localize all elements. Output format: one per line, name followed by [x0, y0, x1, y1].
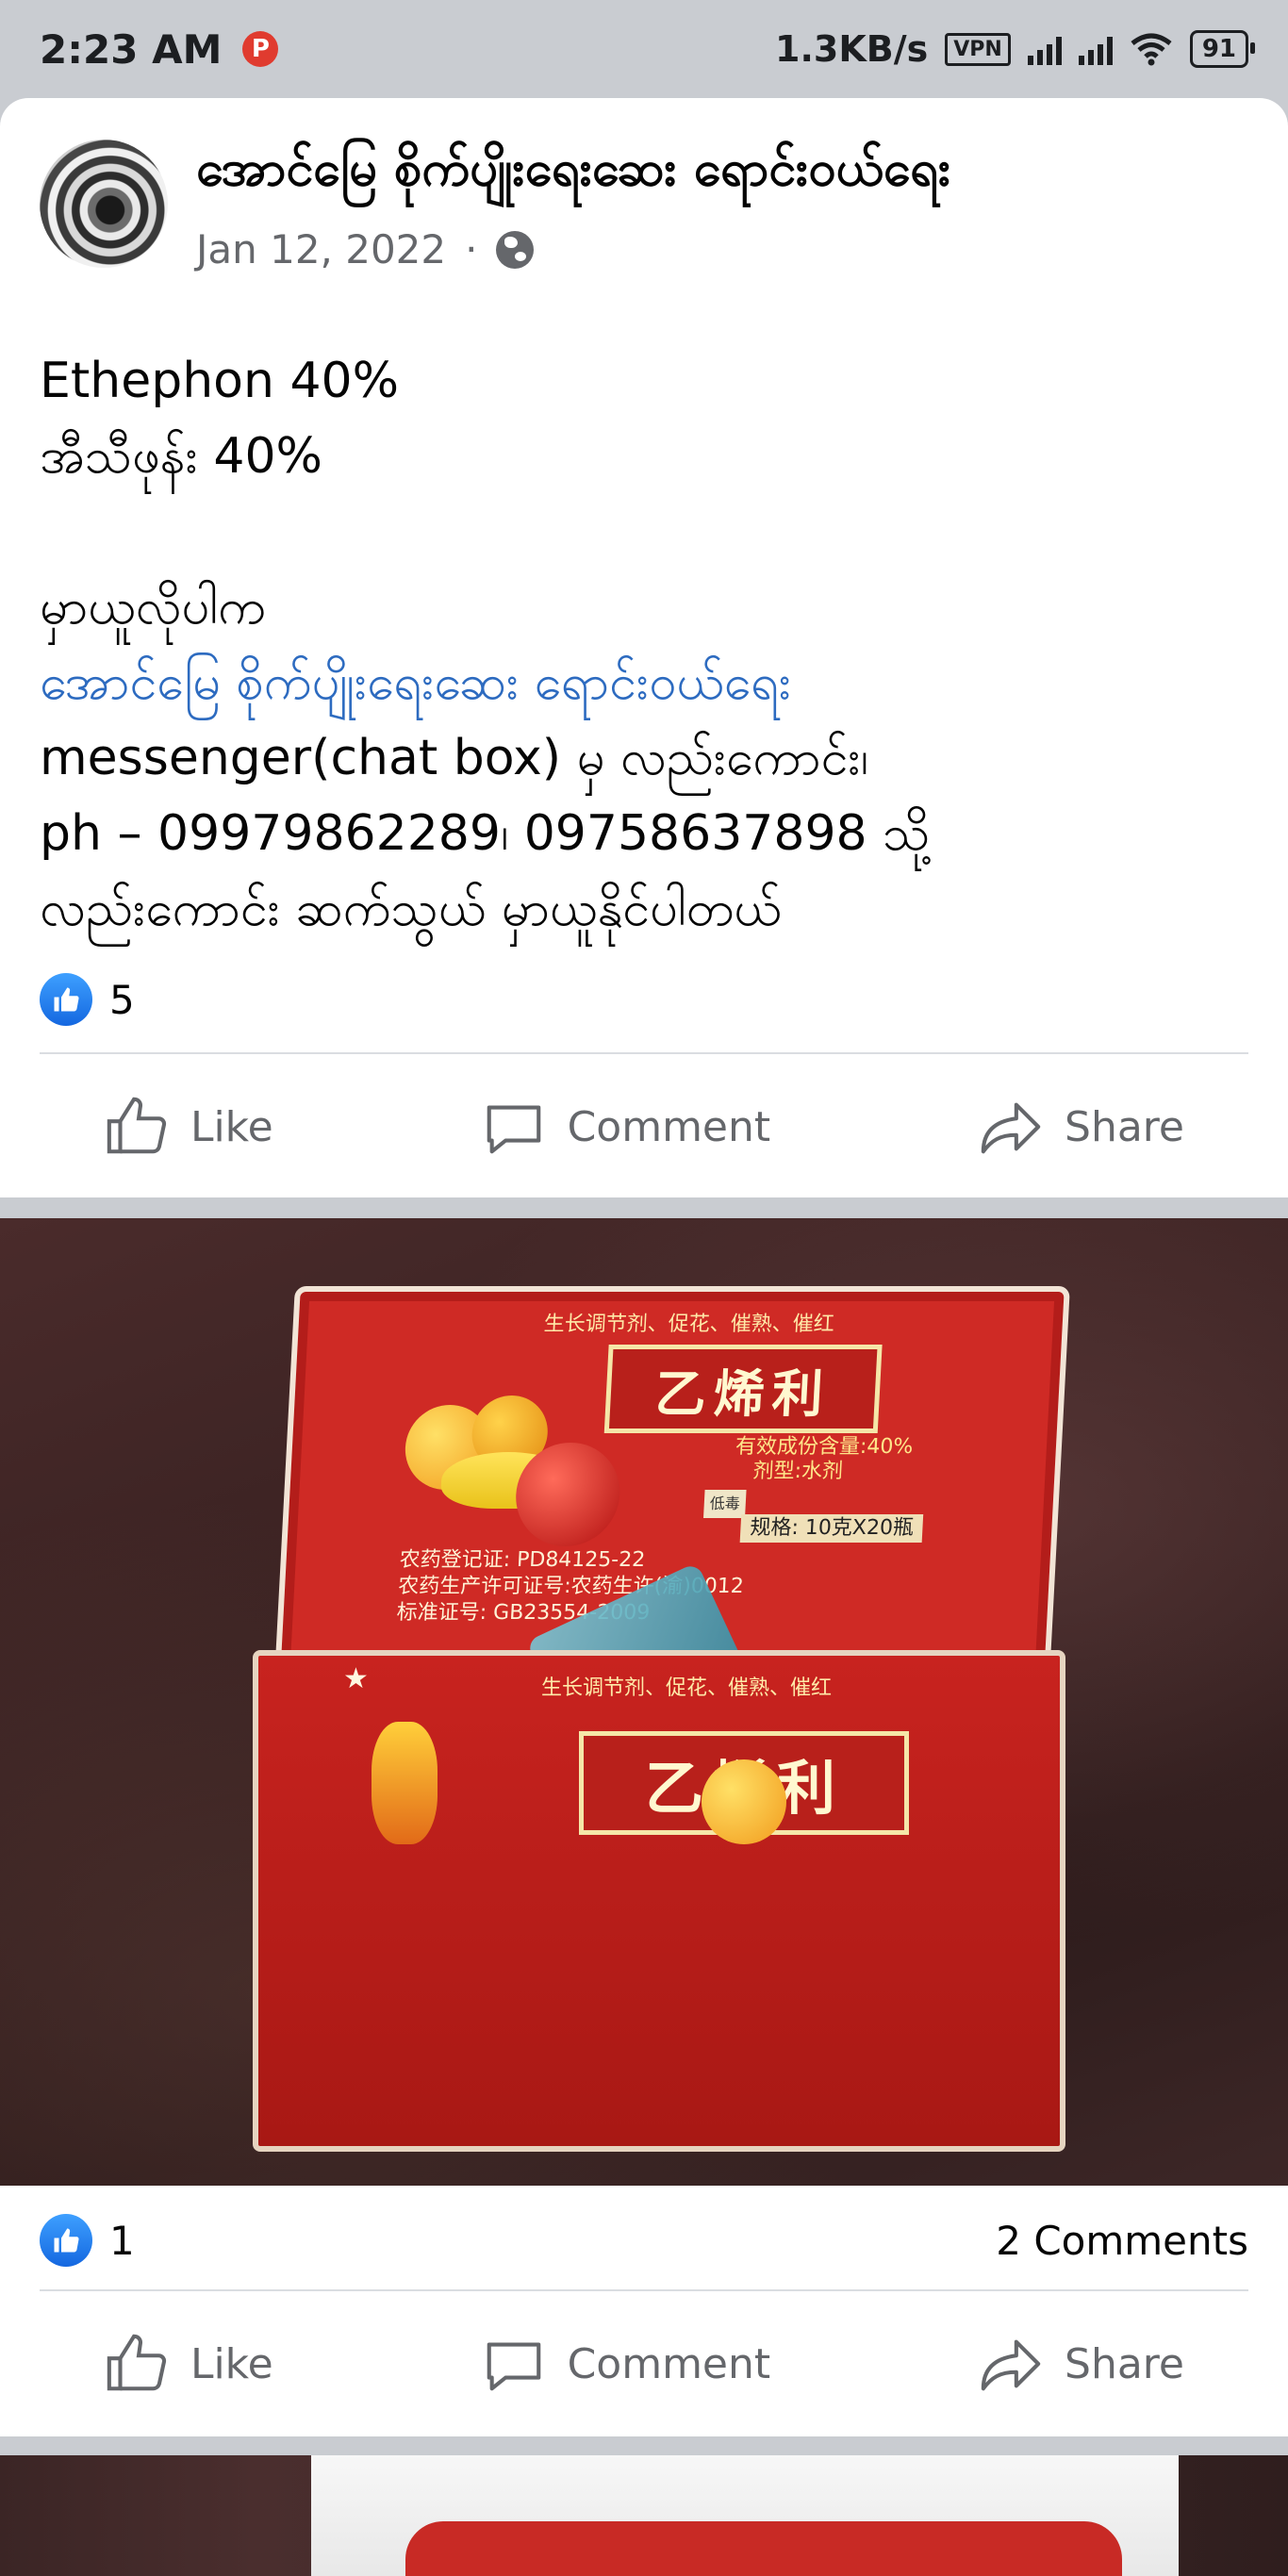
app-notification-icon: P: [242, 31, 279, 67]
box-reg-1: 农药登记证: PD84125-22: [399, 1548, 646, 1572]
box-stamp: 低毒: [703, 1490, 747, 1518]
post-line: messenger(chat box) မှ လည်းကောင်း၊: [40, 730, 868, 786]
cartoon-figure: [372, 1722, 438, 1844]
comment-button[interactable]: Comment: [481, 1094, 771, 1160]
share-icon: [981, 2339, 1041, 2391]
signal-icon: [1027, 33, 1062, 65]
battery-icon: 91: [1189, 30, 1256, 68]
next-post-photo[interactable]: [0, 2455, 1288, 2576]
post-body: Ethephon 40% အီသီဖုန်း 40% မှာယူလိုပါက အ…: [40, 343, 1247, 947]
like-reaction-icon: [40, 973, 92, 1026]
post-meta: Jan 12, 2022 ·: [196, 226, 535, 272]
orange-graphic: [702, 1759, 786, 1844]
network-speed: 1.3KB/s: [775, 28, 929, 70]
like-button[interactable]: Like: [104, 2331, 273, 2397]
post-line: လည်းကောင်း ဆက်သွယ် မှာယူနိုင်ပါတယ်: [40, 881, 782, 937]
action-bar: Like Comment Share: [0, 1075, 1288, 1179]
meta-separator: ·: [465, 226, 478, 272]
comment-label: Comment: [567, 1102, 771, 1151]
reaction-left[interactable]: 5: [40, 973, 135, 1026]
status-left: 2:23 AM P: [40, 25, 279, 73]
thumbs-up-icon: [107, 2334, 167, 2391]
box-form: 剂型:水剂: [751, 1460, 844, 1483]
reaction-summary[interactable]: 5: [40, 971, 1248, 1028]
like-button[interactable]: Like: [104, 1094, 273, 1160]
post-card: အောင်မြေ စိုက်ပျိုးရေးဆေး ရောင်းဝယ်ရေး J…: [0, 98, 1288, 1197]
share-icon: [981, 1102, 1041, 1154]
post-line: [40, 494, 1247, 570]
divider: [40, 2289, 1248, 2291]
post-date[interactable]: Jan 12, 2022: [196, 226, 446, 272]
share-label: Share: [1065, 2339, 1185, 2388]
clock: 2:23 AM: [40, 25, 223, 73]
post-line: အီသီဖုန်း 40%: [40, 428, 322, 485]
post-line: ph – 09979862289၊ 09758637898 သို့: [40, 805, 931, 862]
status-right: 1.3KB/s VPN 91: [775, 28, 1256, 70]
divider: [40, 1052, 1248, 1054]
comments-count-link[interactable]: 2 Comments: [996, 2218, 1248, 2264]
signal-icon-2: [1078, 33, 1113, 65]
post-line: မှာယူလိုပါက: [40, 579, 266, 636]
comment-button[interactable]: Comment: [481, 2331, 771, 2397]
wifi-icon: [1131, 33, 1172, 66]
box-spec: 规格: 10克X20瓶: [739, 1514, 924, 1543]
box-front: ★ 生长调节剂、促花、催熟、催红 乙烯利: [253, 1650, 1065, 2152]
status-bar: 2:23 AM P 1.3KB/s VPN 91: [0, 0, 1288, 98]
box-brand-logo: ★: [343, 1662, 369, 1695]
reaction-count: 1: [109, 2217, 135, 2264]
box-product-name: 乙烯利: [603, 1345, 883, 1433]
like-label: Like: [190, 2339, 273, 2388]
share-button[interactable]: Share: [978, 2331, 1184, 2397]
comment-label: Comment: [567, 2339, 771, 2388]
share-label: Share: [1065, 1102, 1185, 1151]
thumbs-up-icon: [107, 1097, 167, 1154]
photo-post-footer: 1 2 Comments Like Comment Share: [0, 2186, 1288, 2436]
page-name[interactable]: အောင်မြေ စိုက်ပျိုးရေးဆေး ရောင်းဝယ်ရေး: [196, 138, 950, 209]
page-mention-link[interactable]: အောင်မြေ စိုက်ပျိုးရေးဆေး ရောင်းဝယ်ရေး: [40, 645, 1247, 720]
comment-icon: [487, 2342, 540, 2391]
globe-icon: [496, 230, 535, 269]
box-front-band: 生长调节剂、促花、催熟、催红: [541, 1676, 833, 1700]
action-bar-2: Like Comment Share: [0, 2312, 1288, 2416]
post-line: Ethephon 40%: [40, 353, 400, 409]
reaction-count: 5: [109, 976, 135, 1023]
reaction-summary-2[interactable]: 1 2 Comments: [40, 2212, 1248, 2269]
product-photo[interactable]: 生长调节剂、促花、催熟、催红 乙烯利 有效成份含量:40% 剂型:水剂 低毒 规…: [0, 1218, 1288, 2186]
page-avatar[interactable]: [40, 140, 168, 268]
reaction-left-2[interactable]: 1: [40, 2214, 135, 2267]
box-top-band: 生长调节剂、促花、催熟、催红: [543, 1313, 835, 1336]
like-label: Like: [190, 1102, 273, 1151]
box-contents-graphic: [405, 2521, 1122, 2576]
like-reaction-icon: [40, 2214, 92, 2267]
comment-icon: [487, 1105, 540, 1154]
share-button[interactable]: Share: [978, 1094, 1184, 1160]
vpn-icon: VPN: [945, 32, 1011, 66]
